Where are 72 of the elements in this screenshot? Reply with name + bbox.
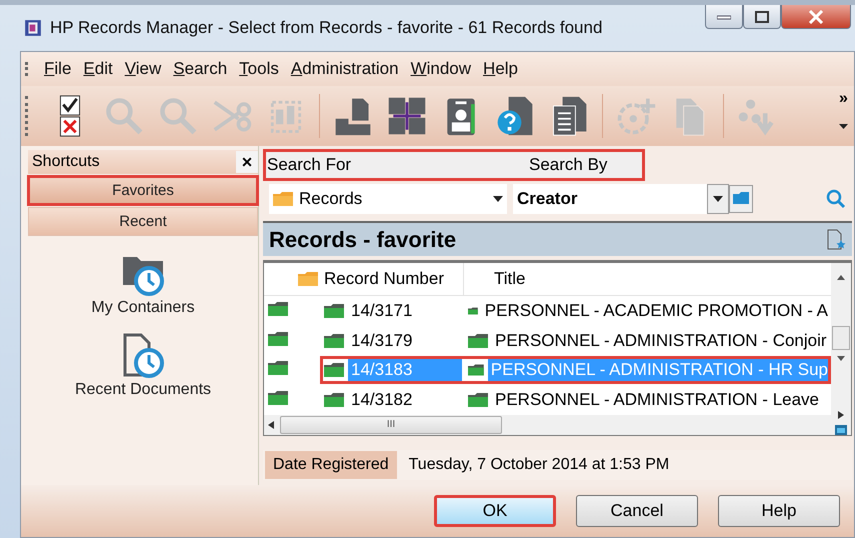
close-button[interactable]: × bbox=[236, 151, 258, 173]
folder-icon bbox=[273, 192, 293, 206]
folder-icon bbox=[324, 304, 344, 318]
maximize-icon bbox=[755, 10, 769, 22]
menu-item[interactable]: File bbox=[39, 57, 76, 81]
grip-handle[interactable] bbox=[25, 62, 31, 76]
folder-icon bbox=[468, 363, 484, 378]
folder-icon bbox=[324, 334, 344, 348]
scroll-left-icon[interactable] bbox=[268, 421, 274, 430]
dropdown-arrow-icon bbox=[493, 196, 503, 202]
shortcut-item[interactable]: My Containers bbox=[28, 248, 258, 318]
scroll-thumb[interactable] bbox=[832, 326, 850, 350]
horizontal-scrollbar[interactable]: III bbox=[264, 415, 831, 436]
search-for-label: Search For bbox=[267, 155, 352, 175]
folder-icon bbox=[324, 363, 344, 378]
record-number-cell[interactable]: 14/3182 bbox=[348, 388, 416, 412]
search-by-dropdown[interactable]: Creator bbox=[513, 184, 729, 214]
folder-icon bbox=[468, 393, 488, 408]
column-header[interactable]: Title bbox=[464, 268, 526, 289]
search-for-dropdown[interactable]: Records bbox=[269, 184, 507, 214]
shortcut-tab[interactable]: Favorites bbox=[28, 176, 258, 205]
results-title: Records - favorite bbox=[269, 226, 456, 252]
overflow-button[interactable]: » bbox=[839, 92, 848, 106]
scroll-thumb[interactable]: III bbox=[280, 416, 502, 434]
menu-item[interactable]: View bbox=[120, 57, 166, 81]
menu-item[interactable]: Edit bbox=[78, 57, 118, 81]
folder-icon bbox=[733, 192, 749, 204]
folder-icon bbox=[324, 393, 344, 408]
title-cell[interactable]: PERSONNEL - ADMINISTRATION - Conjoir bbox=[492, 328, 831, 353]
folder-icon bbox=[268, 391, 288, 406]
folder-icon bbox=[468, 334, 488, 348]
search-icon[interactable] bbox=[826, 189, 846, 209]
grip-handle[interactable] bbox=[25, 96, 31, 136]
title-cell[interactable]: PERSONNEL - ADMINISTRATION - Leave bbox=[492, 388, 831, 412]
vertical-scrollbar[interactable] bbox=[831, 263, 851, 435]
dropdown-arrow-icon bbox=[713, 196, 723, 202]
folder-icon bbox=[268, 302, 288, 316]
dropdown-arrow-icon[interactable] bbox=[839, 124, 848, 129]
field-label: Date Registered bbox=[265, 451, 397, 479]
scroll-up-icon[interactable] bbox=[837, 275, 845, 280]
minimize-button[interactable] bbox=[705, 5, 743, 29]
app-icon bbox=[24, 19, 42, 37]
dialog-button[interactable]: OK bbox=[434, 495, 556, 527]
menu-item[interactable]: Help bbox=[478, 57, 523, 81]
record-number-cell[interactable]: 14/3171 bbox=[348, 298, 416, 323]
folder-icon[interactable] bbox=[835, 425, 847, 435]
menu-item[interactable]: Search bbox=[168, 57, 232, 81]
title-cell[interactable]: PERSONNEL - ACADEMIC PROMOTION - A bbox=[482, 298, 831, 323]
close-icon bbox=[808, 10, 824, 24]
column-header[interactable]: Record Number bbox=[294, 263, 464, 295]
minimize-icon bbox=[717, 14, 731, 20]
search-by-label: Search By bbox=[529, 155, 608, 175]
close-button[interactable] bbox=[781, 5, 851, 29]
folder-icon bbox=[268, 361, 288, 376]
dropdown-button[interactable] bbox=[707, 184, 729, 214]
menu-item[interactable]: Administration bbox=[286, 57, 404, 81]
panel-title: Shortcuts bbox=[32, 153, 100, 171]
folder-icon bbox=[268, 332, 288, 346]
scroll-down-icon[interactable] bbox=[837, 356, 845, 361]
menu-item[interactable]: Window bbox=[406, 57, 476, 81]
window-title: HP Records Manager - Select from Records - favorite - 61 Records found bbox=[50, 18, 602, 38]
dialog-button[interactable]: Cancel bbox=[576, 495, 698, 527]
menu-item[interactable]: Tools bbox=[234, 57, 284, 81]
document-star-icon[interactable] bbox=[826, 228, 846, 250]
folder-icon bbox=[298, 272, 318, 286]
shortcut-tab[interactable]: Recent bbox=[28, 207, 258, 236]
shortcut-item[interactable]: Recent Documents bbox=[28, 330, 258, 400]
dialog-button[interactable]: Help bbox=[718, 495, 840, 527]
scroll-right-icon[interactable] bbox=[838, 411, 844, 419]
maximize-button[interactable] bbox=[743, 5, 781, 29]
field-value: Tuesday, 7 October 2014 at 1:53 PM bbox=[408, 456, 670, 474]
record-number-cell[interactable]: 14/3179 bbox=[348, 328, 416, 353]
